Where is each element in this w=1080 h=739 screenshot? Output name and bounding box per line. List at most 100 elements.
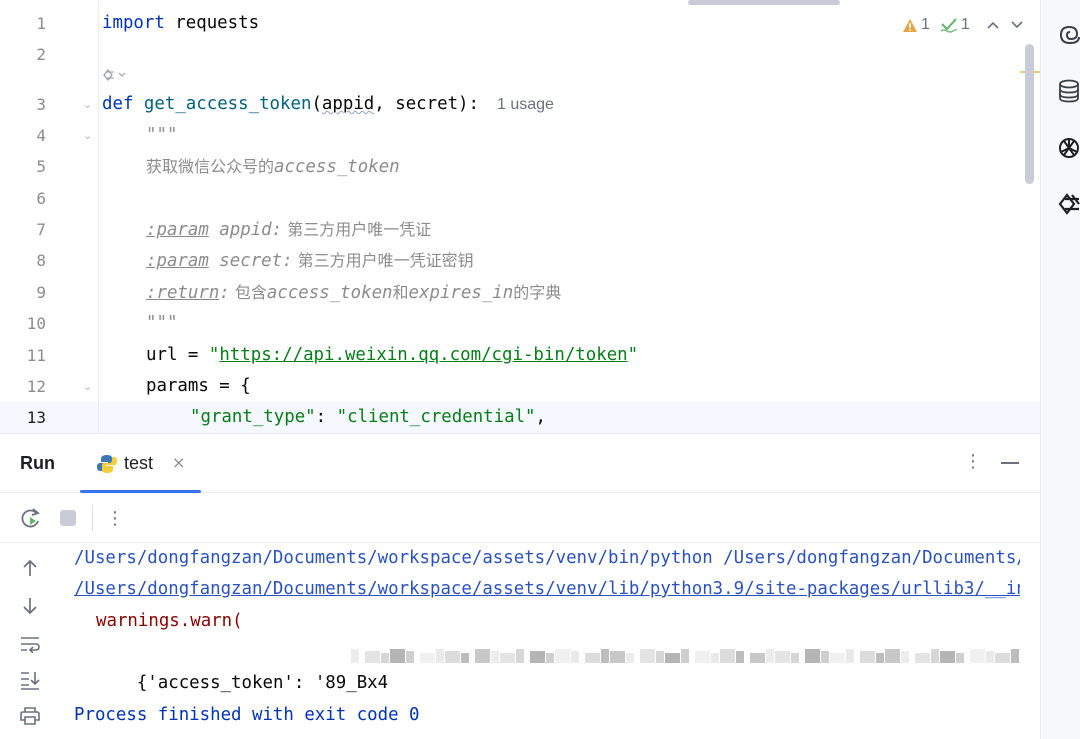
- code-text[interactable]: params = {: [146, 371, 251, 402]
- console-line[interactable]: /Users/dongfangzan/Documents/workspace/a…: [74, 543, 1020, 574]
- run-title: Run: [20, 453, 55, 473]
- database-icon[interactable]: [1057, 78, 1080, 104]
- mosaic-pixel: [695, 651, 710, 663]
- code-text[interactable]: "grant_type": "client_credential",: [190, 402, 546, 433]
- mosaic-pixel: [711, 653, 719, 663]
- mosaic-pixel: [571, 651, 579, 663]
- mosaic-pixel: [830, 653, 845, 663]
- fold-chevron-icon[interactable]: ⌄: [83, 371, 92, 402]
- interpreter-path-link[interactable]: /Users/dongfangzan/Documents/workspace/a…: [74, 548, 1020, 568]
- doc-text: 获取微信公众号的: [146, 157, 275, 176]
- code-text[interactable]: :param secret: 第三方用户唯一凭证密钥: [146, 245, 474, 277]
- code-line: 3 ⌄ def get_access_token(appid, secret):…: [0, 89, 1040, 120]
- horizontal-scrollbar-thumb[interactable]: [688, 0, 840, 5]
- mosaic-pixel: [420, 653, 435, 663]
- mosaic-pixel: [775, 651, 790, 663]
- mosaic-pixel: [956, 653, 964, 663]
- doc-text: 包含: [229, 283, 267, 302]
- doc-tag: :param: [146, 220, 209, 240]
- console-line[interactable]: /Users/dongfangzan/Documents/workspace/a…: [74, 574, 1020, 605]
- mosaic-pixel: [406, 651, 414, 663]
- run-tool-window: Run test × ⋮ ⋮ /Users/dongfangzan/Docume…: [0, 433, 1040, 739]
- line-number: 2: [36, 45, 46, 64]
- print-icon[interactable]: [17, 703, 43, 729]
- mosaic-pixel: [885, 649, 900, 663]
- mosaic-pixel: [445, 651, 460, 663]
- mosaic-pixel: [351, 649, 359, 663]
- more-icon[interactable]: ⋮: [964, 451, 982, 472]
- mosaic-pixel: [555, 649, 570, 663]
- code-text[interactable]: 获取微信公众号的access_token: [146, 151, 400, 183]
- line-number: 12: [26, 377, 46, 396]
- dict-key: "grant_type": [190, 407, 316, 427]
- mosaic-pixel: [805, 649, 820, 663]
- code-line-current: 13 "grant_type": "client_credential",: [0, 402, 1040, 433]
- chevron-down-icon[interactable]: [1010, 17, 1024, 33]
- mosaic-pixel: [626, 653, 634, 663]
- mosaic-pixel: [491, 651, 499, 663]
- ai-sparkle-icon[interactable]: [1057, 191, 1080, 217]
- code-text[interactable]: def get_access_token(appid, secret): 1 us…: [102, 89, 554, 120]
- doc-text: 第三方用户唯一凭证: [282, 220, 432, 239]
- arrow-down-icon[interactable]: [17, 593, 43, 619]
- code-line: 11 url = "https://api.weixin.qq.com/cgi-…: [0, 340, 1040, 371]
- paren: (: [311, 94, 322, 114]
- mosaic-pixel: [750, 653, 765, 663]
- close-icon[interactable]: ×: [172, 453, 185, 472]
- mosaic-pixel: [915, 653, 930, 663]
- mosaic-pixel: [860, 651, 875, 663]
- file-path-link[interactable]: /Users/dongfangzan/Documents/workspace/a…: [74, 579, 1020, 599]
- doc-text: access_token: [266, 283, 393, 303]
- assignment: url =: [146, 345, 209, 365]
- line-number: 9: [36, 283, 46, 302]
- run-tab-test[interactable]: test ×: [80, 434, 201, 493]
- redacted-token-mosaic: [74, 637, 1020, 668]
- line-number: 4: [36, 126, 46, 145]
- warning-icon: [903, 18, 917, 32]
- mosaic-pixel: [640, 649, 655, 663]
- console-line: Process finished with exit code 0: [74, 705, 420, 725]
- url-link[interactable]: https://api.weixin.qq.com/cgi-bin/token: [219, 345, 627, 365]
- line-number: 7: [36, 220, 46, 239]
- keyword: import: [102, 13, 165, 33]
- ok-indicator[interactable]: 1: [940, 16, 970, 34]
- code-text[interactable]: :return: 包含access_token和expires_in的字典: [146, 277, 561, 309]
- line-number: 3: [36, 95, 46, 114]
- more-icon[interactable]: ⋮: [102, 505, 128, 531]
- mosaic-pixel: [970, 649, 985, 663]
- code-text[interactable]: :param appid: 第三方用户唯一凭证: [146, 214, 431, 246]
- doc-text: 第三方用户唯一凭证密钥: [292, 251, 474, 270]
- fold-chevron-icon[interactable]: ⌄: [83, 89, 92, 120]
- rerun-icon[interactable]: [18, 505, 44, 531]
- stop-icon[interactable]: [55, 505, 81, 531]
- vertical-scrollbar-thumb[interactable]: [1025, 44, 1034, 184]
- soft-wrap-icon[interactable]: [17, 631, 43, 657]
- chevron-up-icon[interactable]: [986, 17, 1000, 33]
- code-text[interactable]: url = "https://api.weixin.qq.com/cgi-bin…: [146, 340, 638, 371]
- module-name: requests: [164, 13, 260, 33]
- colon: :: [315, 407, 337, 427]
- doc-param-name: secret:: [208, 251, 293, 271]
- mosaic-pixel: [546, 653, 554, 663]
- inspections-widget[interactable]: 1 1: [902, 14, 1024, 36]
- docstring-close[interactable]: """: [146, 308, 177, 339]
- mosaic-pixel: [931, 649, 939, 663]
- line-number: 6: [36, 189, 46, 208]
- openai-icon[interactable]: [1057, 135, 1080, 161]
- mosaic-pixel: [940, 651, 955, 663]
- doc-text: expires_in: [408, 283, 514, 303]
- warnings-indicator[interactable]: 1: [902, 16, 930, 34]
- console-output[interactable]: /Users/dongfangzan/Documents/workspace/a…: [74, 543, 1020, 739]
- scroll-to-end-icon[interactable]: [17, 667, 43, 693]
- code-editor[interactable]: 1 import requests 2 3 ⌄ def get_access_t…: [0, 0, 1040, 433]
- ai-assistant-icon[interactable]: [1057, 22, 1080, 48]
- ai-hint-icon[interactable]: [102, 68, 128, 86]
- fold-chevron-icon[interactable]: ⌄: [83, 120, 92, 151]
- minimize-icon[interactable]: [1001, 462, 1019, 464]
- usage-hint[interactable]: 1 usage: [497, 96, 554, 113]
- docstring-open[interactable]: """: [146, 120, 177, 151]
- mosaic-pixel: [516, 649, 524, 663]
- mosaic-pixel: [995, 653, 1010, 663]
- code-text[interactable]: import requests: [102, 8, 259, 39]
- arrow-up-icon[interactable]: [17, 555, 43, 581]
